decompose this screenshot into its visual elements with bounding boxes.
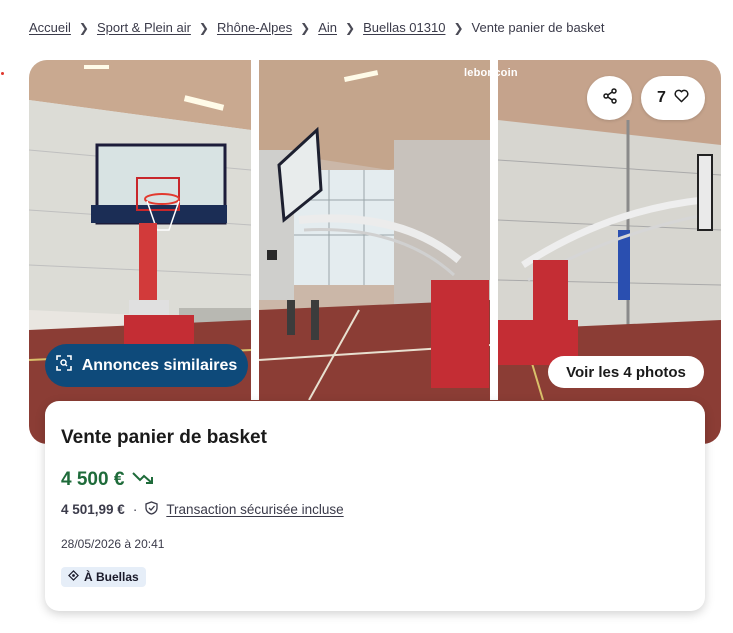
favorites-count: 7 — [657, 89, 666, 106]
breadcrumb-ain[interactable]: Ain — [318, 20, 337, 35]
chevron-right-icon: ❯ — [300, 20, 311, 35]
listing-info-card: Vente panier de basket 4 500 € 4 501,99 … — [45, 401, 705, 611]
chevron-right-icon: ❯ — [345, 20, 356, 35]
price-with-fees-row: 4 501,99 € · Transaction sécurisée inclu… — [61, 501, 344, 518]
watermark-logo: leboncoin — [464, 67, 518, 79]
chevron-right-icon: ❯ — [198, 20, 209, 35]
separator-dot: · — [132, 502, 138, 517]
listing-title: Vente panier de basket — [61, 427, 267, 448]
price-value: 4 500 € — [61, 469, 125, 490]
similar-listings-button[interactable]: Annonces similaires — [45, 344, 248, 387]
breadcrumb-buellas[interactable]: Buellas 01310 — [363, 20, 445, 35]
shield-check-icon — [145, 501, 158, 518]
share-button[interactable] — [587, 76, 632, 120]
heart-icon — [674, 89, 689, 108]
gallery-photo-2[interactable] — [259, 60, 490, 400]
trending-down-icon — [132, 469, 154, 491]
price-with-fees: 4 501,99 € — [61, 502, 125, 517]
breadcrumb-sport-plein-air[interactable]: Sport & Plein air — [97, 20, 191, 35]
chevron-right-icon: ❯ — [453, 20, 464, 35]
listing-price: 4 500 € — [61, 469, 154, 491]
breadcrumb-current: Vente panier de basket — [471, 20, 605, 35]
location-label: À Buellas — [84, 570, 139, 584]
breadcrumb: Accueil ❯ Sport & Plein air ❯ Rhône-Alpe… — [29, 20, 605, 35]
decorative-dot — [1, 72, 4, 75]
share-icon — [602, 87, 618, 109]
listing-date: 28/05/2026 à 20:41 — [61, 537, 165, 551]
location-badge[interactable]: À Buellas — [61, 567, 146, 587]
favorite-button[interactable]: 7 — [641, 76, 705, 120]
similar-listings-label: Annonces similaires — [81, 356, 238, 374]
breadcrumb-rhone-alpes[interactable]: Rhône-Alpes — [217, 20, 292, 35]
photo-gallery[interactable]: leboncoin 7 Annonces similaires Voir les… — [29, 60, 721, 444]
location-pin-icon — [68, 570, 79, 584]
view-all-photos-button[interactable]: Voir les 4 photos — [548, 356, 704, 388]
chevron-right-icon: ❯ — [78, 20, 89, 35]
breadcrumb-accueil[interactable]: Accueil — [29, 20, 71, 35]
secure-transaction-link[interactable]: Transaction sécurisée incluse — [166, 502, 343, 517]
scan-icon — [55, 355, 72, 376]
